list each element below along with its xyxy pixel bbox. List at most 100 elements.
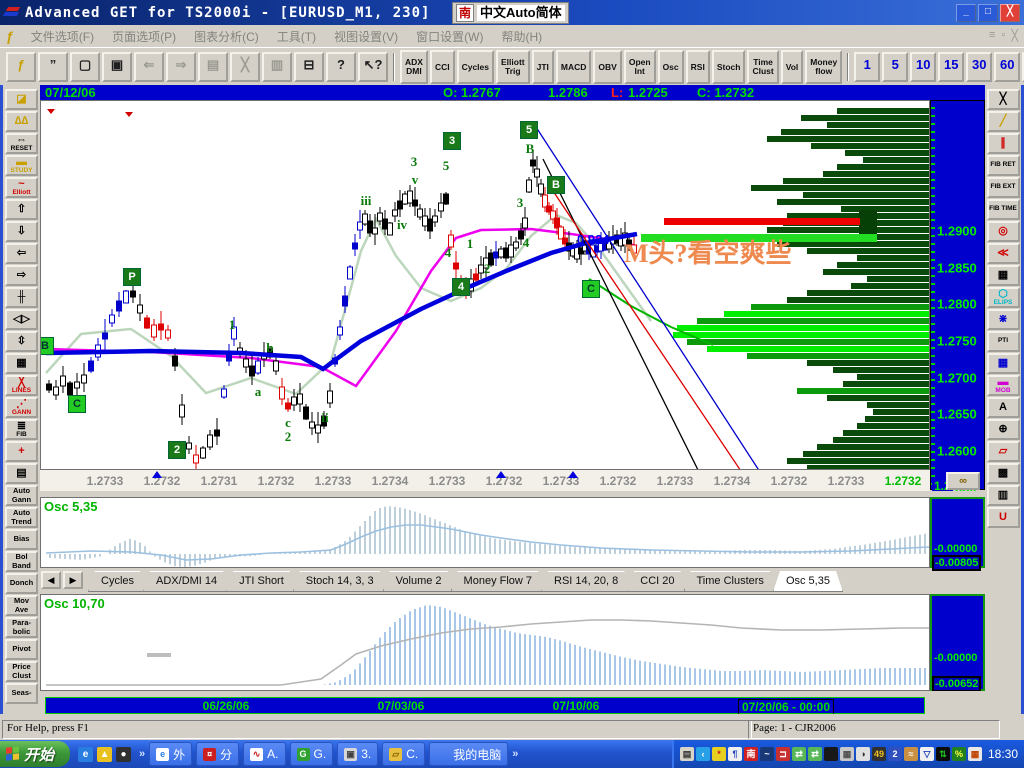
parallel-lines-icon[interactable]: ∥: [986, 133, 1020, 154]
left-study-button[interactable]: Mov Ave: [5, 595, 38, 616]
menu-item[interactable]: 窗口设置(W): [407, 26, 492, 47]
toolbar-file-button[interactable]: ▥: [262, 52, 292, 82]
task-button[interactable]: ∿ A.: [243, 742, 286, 766]
toolbar-file-button[interactable]: ▢: [70, 52, 100, 82]
osc1-panel[interactable]: Osc 5,35: [40, 497, 930, 568]
restore-button[interactable]: □: [978, 4, 998, 22]
pages-icon[interactable]: ▥: [986, 485, 1020, 506]
left-study-button[interactable]: Auto Trend: [5, 507, 38, 528]
grid-tray-icon[interactable]: ▦: [839, 747, 854, 761]
taskbar-chevron[interactable]: »: [512, 748, 518, 760]
indicator-button[interactable]: Time Clust: [747, 50, 779, 84]
study-tab[interactable]: CCI 20: [627, 571, 687, 592]
ime-label[interactable]: 中文Auto简体: [477, 5, 565, 21]
menu-item[interactable]: 图表分析(C): [185, 26, 268, 47]
study-tab[interactable]: Time Clusters: [684, 571, 777, 592]
child-window-button[interactable]: ▫: [1001, 29, 1005, 42]
osc2-panel[interactable]: Osc 10,70: [40, 594, 930, 691]
calendar-tray-icon[interactable]: ▦: [967, 747, 982, 761]
crosshair-icon[interactable]: +: [5, 441, 38, 462]
number-2-tray-icon[interactable]: 2: [887, 747, 902, 761]
delete-tool-icon[interactable]: ╳: [986, 89, 1020, 110]
fib-extension-button[interactable]: FIB EXT: [986, 177, 1020, 198]
study-tab[interactable]: Volume 2: [383, 571, 455, 592]
arrow-right-icon[interactable]: ⇨: [5, 265, 38, 286]
indicator-button[interactable]: Money flow: [805, 50, 843, 84]
zoom-tool-icon[interactable]: ⊕: [986, 419, 1020, 440]
left-study-button[interactable]: Bias: [5, 529, 38, 550]
usb-tray-icon[interactable]: ⇄: [791, 747, 806, 761]
expand-horizontal-icon[interactable]: ◁▷: [5, 309, 38, 330]
indicator-button[interactable]: RSI: [685, 50, 710, 84]
indicator-button[interactable]: Cycles: [456, 50, 495, 84]
timeframe-button[interactable]: 15: [938, 52, 965, 82]
chart-canvas[interactable]: iii iv 3 v 5 1 2 4 3 4 B 1 b a c 2 ii P2354BCBC M头?看空爽些 …: [40, 100, 930, 470]
arrow-up-icon[interactable]: ⇧: [5, 199, 38, 220]
media-quicklaunch-icon[interactable]: ▲: [97, 746, 113, 762]
toolbar-file-button[interactable]: ▣: [102, 52, 132, 82]
child-window-button[interactable]: ≡: [989, 29, 995, 42]
indicator-button[interactable]: OBV: [593, 50, 622, 84]
study-icon[interactable]: ▬ STUDY: [5, 155, 38, 176]
left-study-button[interactable]: Bol Band: [5, 551, 38, 572]
indicator-button[interactable]: Open Int: [623, 50, 656, 84]
tab-scroll-right-button[interactable]: ▶: [63, 571, 83, 589]
pencil-icon[interactable]: ╱: [986, 111, 1020, 132]
study-tab[interactable]: ADX/DMI 14: [143, 571, 230, 592]
language-bar-collapse-icon[interactable]: ‹: [695, 747, 710, 761]
indicator-button[interactable]: JTI: [531, 50, 554, 84]
lines-icon[interactable]: ╳ LINES: [5, 375, 38, 396]
funnel-tray-icon[interactable]: ▽: [919, 747, 934, 761]
timeframe-button[interactable]: 1: [854, 52, 881, 82]
grid-icon[interactable]: ▦: [5, 353, 38, 374]
compress-bars-icon[interactable]: ╫: [5, 287, 38, 308]
fib-icon[interactable]: ≣ FIB: [5, 419, 38, 440]
eraser-icon[interactable]: ▱: [986, 441, 1020, 462]
open-chart-icon[interactable]: ◪: [5, 89, 38, 110]
toolbar-file-button[interactable]: ”: [38, 52, 68, 82]
text-tool-icon[interactable]: A: [986, 397, 1020, 418]
ball-quicklaunch-icon[interactable]: ●: [116, 746, 132, 762]
close-button[interactable]: ╳: [1000, 4, 1020, 22]
ime-indicator[interactable]: 南 中文Auto简体: [452, 2, 569, 24]
left-study-button[interactable]: Donch: [5, 573, 38, 594]
mob-icon[interactable]: ▬ MOB: [986, 375, 1020, 396]
study-tab[interactable]: Osc 5,35: [773, 571, 843, 592]
toolbar-file-button[interactable]: ?: [326, 52, 356, 82]
toolbar-file-button[interactable]: ▤: [198, 52, 228, 82]
console-tray-icon[interactable]: [823, 747, 838, 761]
percent-tray-icon[interactable]: %: [951, 747, 966, 761]
toolbar-file-button[interactable]: ⇒: [166, 52, 196, 82]
scales-icon[interactable]: ∆∆: [5, 111, 38, 132]
start-button[interactable]: 开始: [0, 741, 71, 767]
toolbar-file-button[interactable]: ╳: [230, 52, 260, 82]
fib-time-button[interactable]: FIB TIME: [986, 199, 1020, 220]
ellipse-icon[interactable]: ⬡ ELIPS: [986, 287, 1020, 308]
menu-item[interactable]: 工具(T): [268, 26, 325, 47]
elliott-icon[interactable]: ~ Elliott: [5, 177, 38, 198]
wand-icon[interactable]: ⋇: [986, 309, 1020, 330]
wave-tray-icon[interactable]: ~: [759, 747, 774, 761]
timeframe-button[interactable]: 10: [910, 52, 937, 82]
reset-icon[interactable]: ⇔ RESET: [5, 133, 38, 154]
blue-grid-icon[interactable]: ▦: [986, 353, 1020, 374]
pattern-icon[interactable]: ▩: [986, 463, 1020, 484]
grid-tool-icon[interactable]: ▦: [986, 265, 1020, 286]
menu-item[interactable]: 文件选项(F): [22, 26, 103, 47]
menu-item[interactable]: 帮助(H): [492, 26, 551, 47]
task-button[interactable]: e外: [149, 742, 193, 766]
people-tray-icon[interactable]: ≈: [903, 747, 918, 761]
left-study-button[interactable]: Pivot: [5, 639, 38, 660]
indicator-button[interactable]: Elliott Trig: [496, 50, 530, 84]
pti-button[interactable]: PTI: [986, 331, 1020, 352]
fib-circle-icon[interactable]: ◎: [986, 221, 1020, 242]
study-tab[interactable]: Stoch 14, 3, 3: [293, 571, 387, 592]
toolbar-file-button[interactable]: ƒ: [6, 52, 36, 82]
task-button[interactable]: G G.: [289, 742, 334, 766]
indicator-button[interactable]: Osc: [657, 50, 684, 84]
nantian-ime-tray-icon[interactable]: 南: [743, 747, 758, 761]
indicator-button[interactable]: Vol: [780, 50, 804, 84]
study-tab[interactable]: RSI 14, 20, 8: [541, 571, 631, 592]
page-edit-icon[interactable]: ▤: [5, 463, 38, 484]
menu-item[interactable]: 页面选项(P): [103, 26, 185, 47]
